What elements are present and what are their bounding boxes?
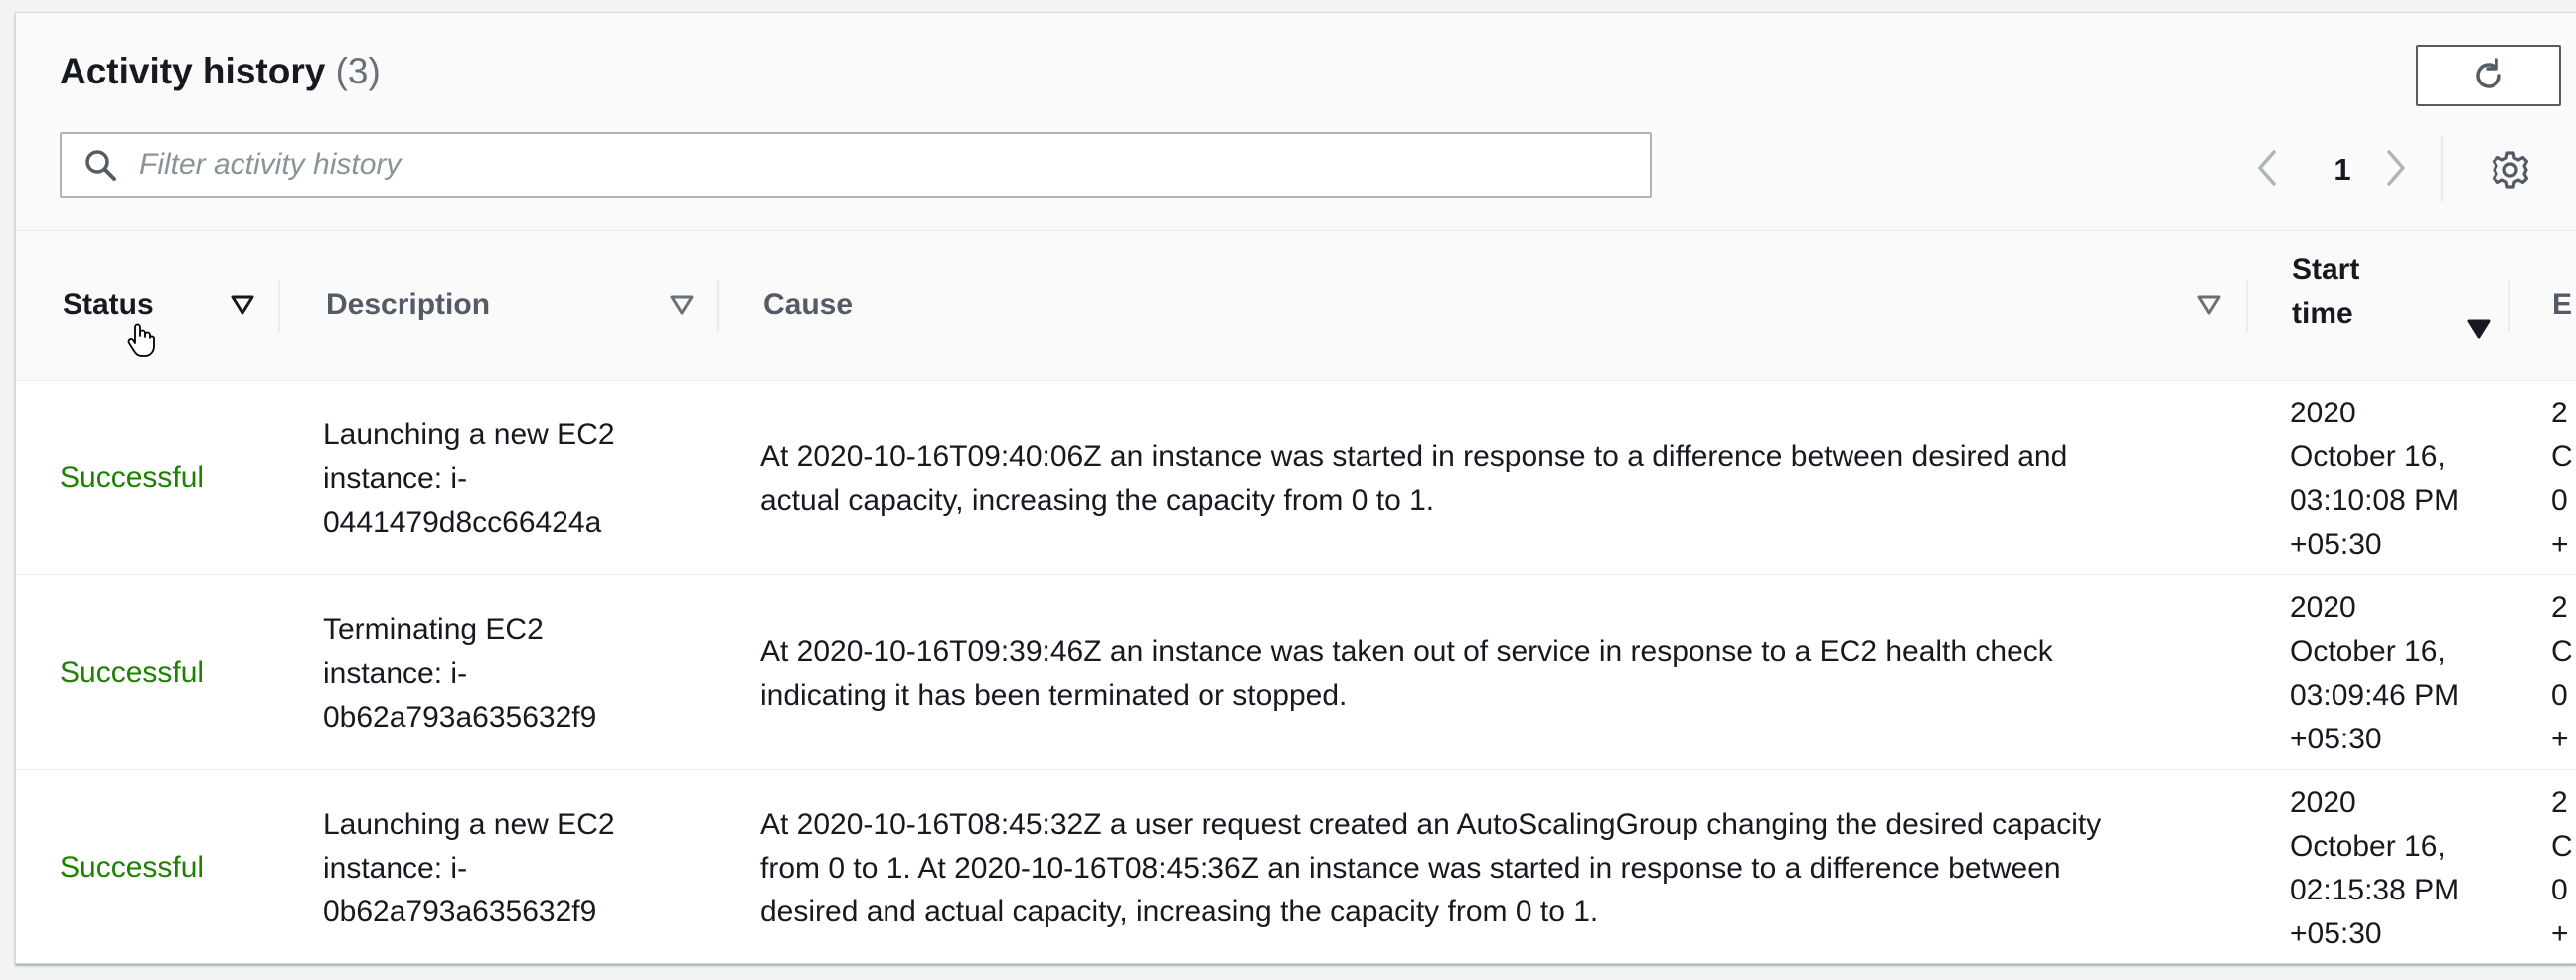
hand-cursor-icon: [127, 323, 155, 357]
column-label-description: Description: [326, 288, 491, 321]
start-time-cell: 2020 October 16, 02:15:38 PM +05:30: [2290, 781, 2459, 956]
cause-cell: At 2020-10-16T09:40:06Z an instance was …: [760, 435, 2067, 523]
description-cell: Launching a new EC2 instance: i- 0441479…: [323, 413, 661, 545]
sort-caret-filled-icon[interactable]: [2466, 318, 2492, 340]
column-header-status[interactable]: Status: [63, 231, 261, 380]
description-line: instance: i-: [323, 657, 468, 690]
end-time-cell: 2 C 0 +: [2551, 392, 2573, 567]
start-time-line: 02:15:38 PM: [2290, 874, 2460, 906]
column-header-start-time[interactable]: Start time: [2292, 231, 2510, 380]
cause-line: from 0 to 1. At 2020-10-16T08:45:36Z an …: [760, 852, 2061, 885]
end-time-line: 0: [2551, 874, 2568, 906]
activity-history-panel: Activity history (3) 1: [15, 12, 2576, 964]
column-label-end-time: E: [2552, 288, 2573, 321]
table-row: Successful Launching a new EC2 instance:…: [16, 381, 2576, 576]
end-time-line: +: [2551, 528, 2569, 561]
table-header: Status Description Cause Start time E: [16, 231, 2576, 382]
start-time-line: October 16,: [2290, 635, 2446, 668]
description-line: instance: i-: [323, 462, 468, 495]
column-divider: [717, 280, 719, 332]
item-count: (3): [335, 51, 381, 91]
refresh-button[interactable]: [2416, 45, 2561, 106]
start-time-line: +05:30: [2290, 528, 2382, 561]
start-time-line: 2020: [2290, 786, 2356, 819]
description-line: Launching a new EC2: [323, 418, 615, 451]
search-icon: [85, 150, 116, 181]
page-number-button[interactable]: 1: [2328, 152, 2357, 188]
cause-line: indicating it has been terminated or sto…: [760, 679, 1348, 712]
page-title: Activity history (3): [60, 51, 381, 92]
description-line: 0441479d8cc66424a: [323, 506, 602, 539]
end-time-line: C: [2551, 635, 2573, 668]
start-time-line: +05:30: [2290, 917, 2382, 950]
column-header-description[interactable]: Description: [326, 231, 704, 380]
chevron-left-icon[interactable]: [2252, 148, 2282, 188]
description-line: 0b62a793a635632f9: [323, 701, 597, 734]
filter-search-box[interactable]: [60, 132, 1652, 198]
column-divider: [278, 280, 280, 332]
start-time-line: October 16,: [2290, 440, 2446, 473]
start-time-line: 2020: [2290, 397, 2356, 429]
status-cell: Successful: [60, 461, 205, 494]
start-time-line: 03:10:08 PM: [2290, 484, 2460, 517]
panel-header: Activity history (3) 1: [16, 13, 2576, 231]
start-time-line: 03:09:46 PM: [2290, 679, 2460, 712]
column-header-cause[interactable]: Cause: [763, 231, 2224, 380]
start-time-cell: 2020 October 16, 03:09:46 PM +05:30: [2290, 586, 2459, 761]
description-line: Launching a new EC2: [323, 808, 615, 841]
end-time-line: 2: [2551, 786, 2568, 819]
column-header-end-time[interactable]: E: [2552, 231, 2576, 380]
column-label-cause: Cause: [763, 288, 854, 321]
description-line: instance: i-: [323, 852, 468, 885]
end-time-line: 0: [2551, 484, 2568, 517]
end-time-cell: 2 C 0 +: [2551, 586, 2573, 761]
start-time-line: +05:30: [2290, 723, 2382, 755]
chevron-right-icon[interactable]: [2381, 148, 2411, 188]
pager-divider: [2441, 136, 2443, 202]
description-line: 0b62a793a635632f9: [323, 896, 597, 928]
end-time-line: 2: [2551, 591, 2568, 624]
table-row: Successful Launching a new EC2 instance:…: [16, 770, 2576, 963]
end-time-line: C: [2551, 440, 2573, 473]
status-cell: Successful: [60, 851, 205, 884]
column-label-start-time-line2: time: [2292, 297, 2353, 330]
description-cell: Launching a new EC2 instance: i- 0b62a79…: [323, 803, 661, 934]
end-time-cell: 2 C 0 +: [2551, 781, 2573, 956]
column-divider: [2246, 280, 2248, 332]
end-time-line: C: [2551, 830, 2573, 863]
sort-caret-icon[interactable]: [2196, 294, 2222, 316]
status-cell: Successful: [60, 656, 205, 689]
cause-line: At 2020-10-16T09:40:06Z an instance was …: [760, 440, 2068, 473]
cause-line: actual capacity, increasing the capacity…: [760, 484, 1435, 517]
refresh-icon: [2476, 58, 2501, 88]
description-line: Terminating EC2: [323, 613, 544, 646]
filter-activity-input[interactable]: [137, 142, 1612, 188]
start-time-line: October 16,: [2290, 830, 2446, 863]
cause-line: desired and actual capacity, increasing …: [760, 896, 1599, 928]
description-cell: Terminating EC2 instance: i- 0b62a793a63…: [323, 608, 661, 739]
pagination: 1: [2252, 148, 2451, 188]
cause-cell: At 2020-10-16T09:39:46Z an instance was …: [760, 630, 2053, 718]
column-label-start-time-line1: Start: [2292, 253, 2360, 286]
sort-caret-icon[interactable]: [230, 294, 255, 316]
column-label-status: Status: [63, 288, 154, 321]
table-row: Successful Terminating EC2 instance: i- …: [16, 575, 2576, 771]
end-time-line: 0: [2551, 679, 2568, 712]
cause-line: At 2020-10-16T08:45:32Z a user request c…: [760, 808, 2102, 841]
end-time-line: +: [2551, 917, 2569, 950]
settings-gear-icon[interactable]: [2491, 150, 2530, 190]
end-time-line: +: [2551, 723, 2569, 755]
sort-caret-icon[interactable]: [669, 294, 695, 316]
start-time-cell: 2020 October 16, 03:10:08 PM +05:30: [2290, 392, 2459, 567]
cause-cell: At 2020-10-16T08:45:32Z a user request c…: [760, 803, 2101, 934]
title-text: Activity history: [60, 51, 326, 91]
column-divider: [2508, 280, 2510, 332]
end-time-line: 2: [2551, 397, 2568, 429]
start-time-line: 2020: [2290, 591, 2356, 624]
cause-line: At 2020-10-16T09:39:46Z an instance was …: [760, 635, 2053, 668]
